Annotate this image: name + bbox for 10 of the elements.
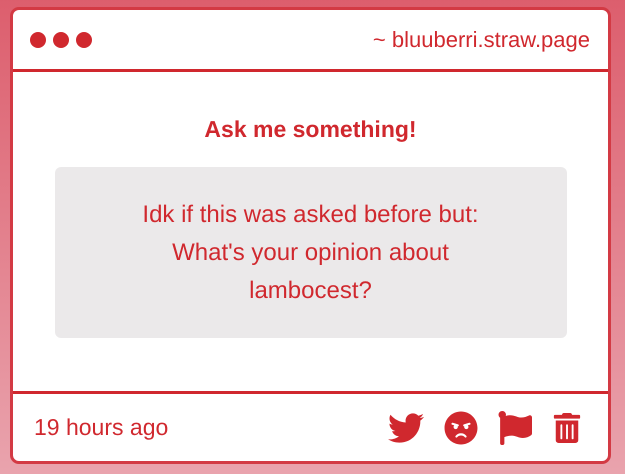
prompt-title: Ask me something! [204,116,417,143]
angry-face-button[interactable] [444,410,478,444]
window-dot-icon [53,32,69,48]
flag-button[interactable] [498,410,532,444]
timestamp: 19 hours ago [34,414,168,441]
question-text: Idk if this was asked before but: What's your opinion about lambocest? [141,200,480,306]
trash-button[interactable] [552,412,582,442]
window-dot-icon [76,32,92,48]
window-dot-icon [30,32,46,48]
site-url: ~ bluuberri.straw.page [372,26,590,52]
